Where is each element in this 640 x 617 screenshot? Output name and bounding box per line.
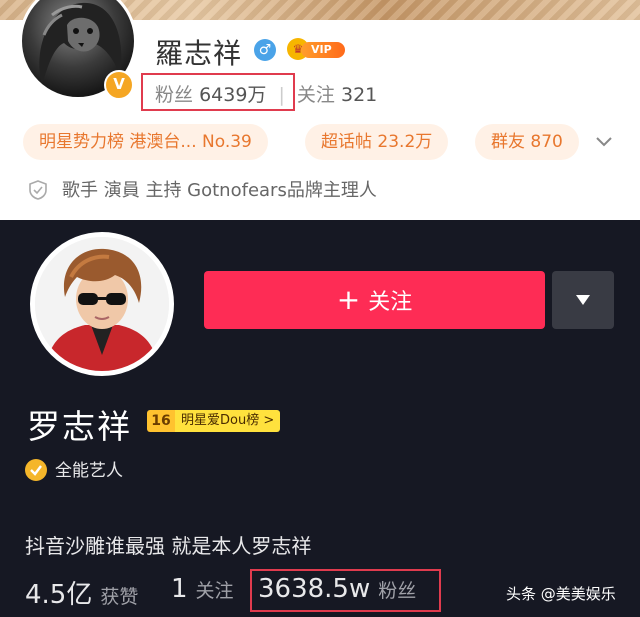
rank-label: 明星爱Dou榜 > xyxy=(175,410,281,432)
triangle-down-icon xyxy=(576,295,590,305)
weibo-profile-panel: V 羅志祥 ♂ ♛ VIP 7 粉丝 6439万 | 关注 321 明星势力榜 … xyxy=(0,0,640,220)
chip-super-topic[interactable]: 超话帖 23.2万 xyxy=(305,124,449,160)
verification-text: 全能艺人 xyxy=(55,461,123,481)
shield-check-icon xyxy=(29,180,47,200)
source-watermark: 头条 @美美娱乐 xyxy=(506,585,616,603)
male-gender-icon: ♂ xyxy=(254,39,276,61)
more-options-button[interactable] xyxy=(552,271,614,329)
avatar[interactable] xyxy=(30,232,174,376)
fans-highlight-box xyxy=(141,73,295,111)
profile-bio: 抖音沙雕谁最强 就是本人罗志祥 xyxy=(25,534,312,558)
chip-star-power-rank[interactable]: 明星势力榜 港澳台... No.39 xyxy=(23,124,268,160)
following-label: 关注 xyxy=(195,580,234,602)
fans-highlight-box xyxy=(250,569,441,612)
rank-number: 16 xyxy=(147,410,175,432)
chip-group-friends[interactable]: 群友 870 xyxy=(475,124,579,160)
likes-stat[interactable]: 4.5亿 获赞 xyxy=(25,574,138,611)
bio-text: 歌手 演員 主持 Gotnofears品牌主理人 xyxy=(62,180,377,201)
likes-count: 4.5亿 xyxy=(25,580,93,610)
following-label[interactable]: 关注 xyxy=(297,84,335,106)
profile-name: 羅志祥 xyxy=(155,37,243,70)
vip-level-label: VIP 7 xyxy=(301,42,345,72)
verification-tag: 全能艺人 xyxy=(25,456,123,481)
following-stat[interactable]: 1 关注 xyxy=(171,574,234,604)
vip-badge[interactable]: ♛ VIP 7 xyxy=(287,38,345,72)
profile-bio: 歌手 演員 主持 Gotnofears品牌主理人 xyxy=(28,176,377,202)
chevron-down-icon[interactable] xyxy=(594,132,614,152)
portrait-photo-icon xyxy=(35,237,169,371)
profile-name: 罗志祥 xyxy=(27,407,132,446)
douyin-profile-panel: + 关注 罗志祥 16 明星爱Dou榜 > 全能艺人 抖音沙雕谁最强 就是本人罗… xyxy=(0,220,640,617)
follow-button[interactable]: + 关注 xyxy=(204,271,545,329)
likes-label: 获赞 xyxy=(100,586,139,608)
follow-button-label: 关注 xyxy=(368,290,413,315)
following-count[interactable]: 321 xyxy=(341,84,377,106)
verified-v-icon: V xyxy=(104,70,134,100)
plus-icon: + xyxy=(336,283,361,316)
following-count: 1 xyxy=(171,574,188,604)
verified-check-icon xyxy=(25,459,47,481)
